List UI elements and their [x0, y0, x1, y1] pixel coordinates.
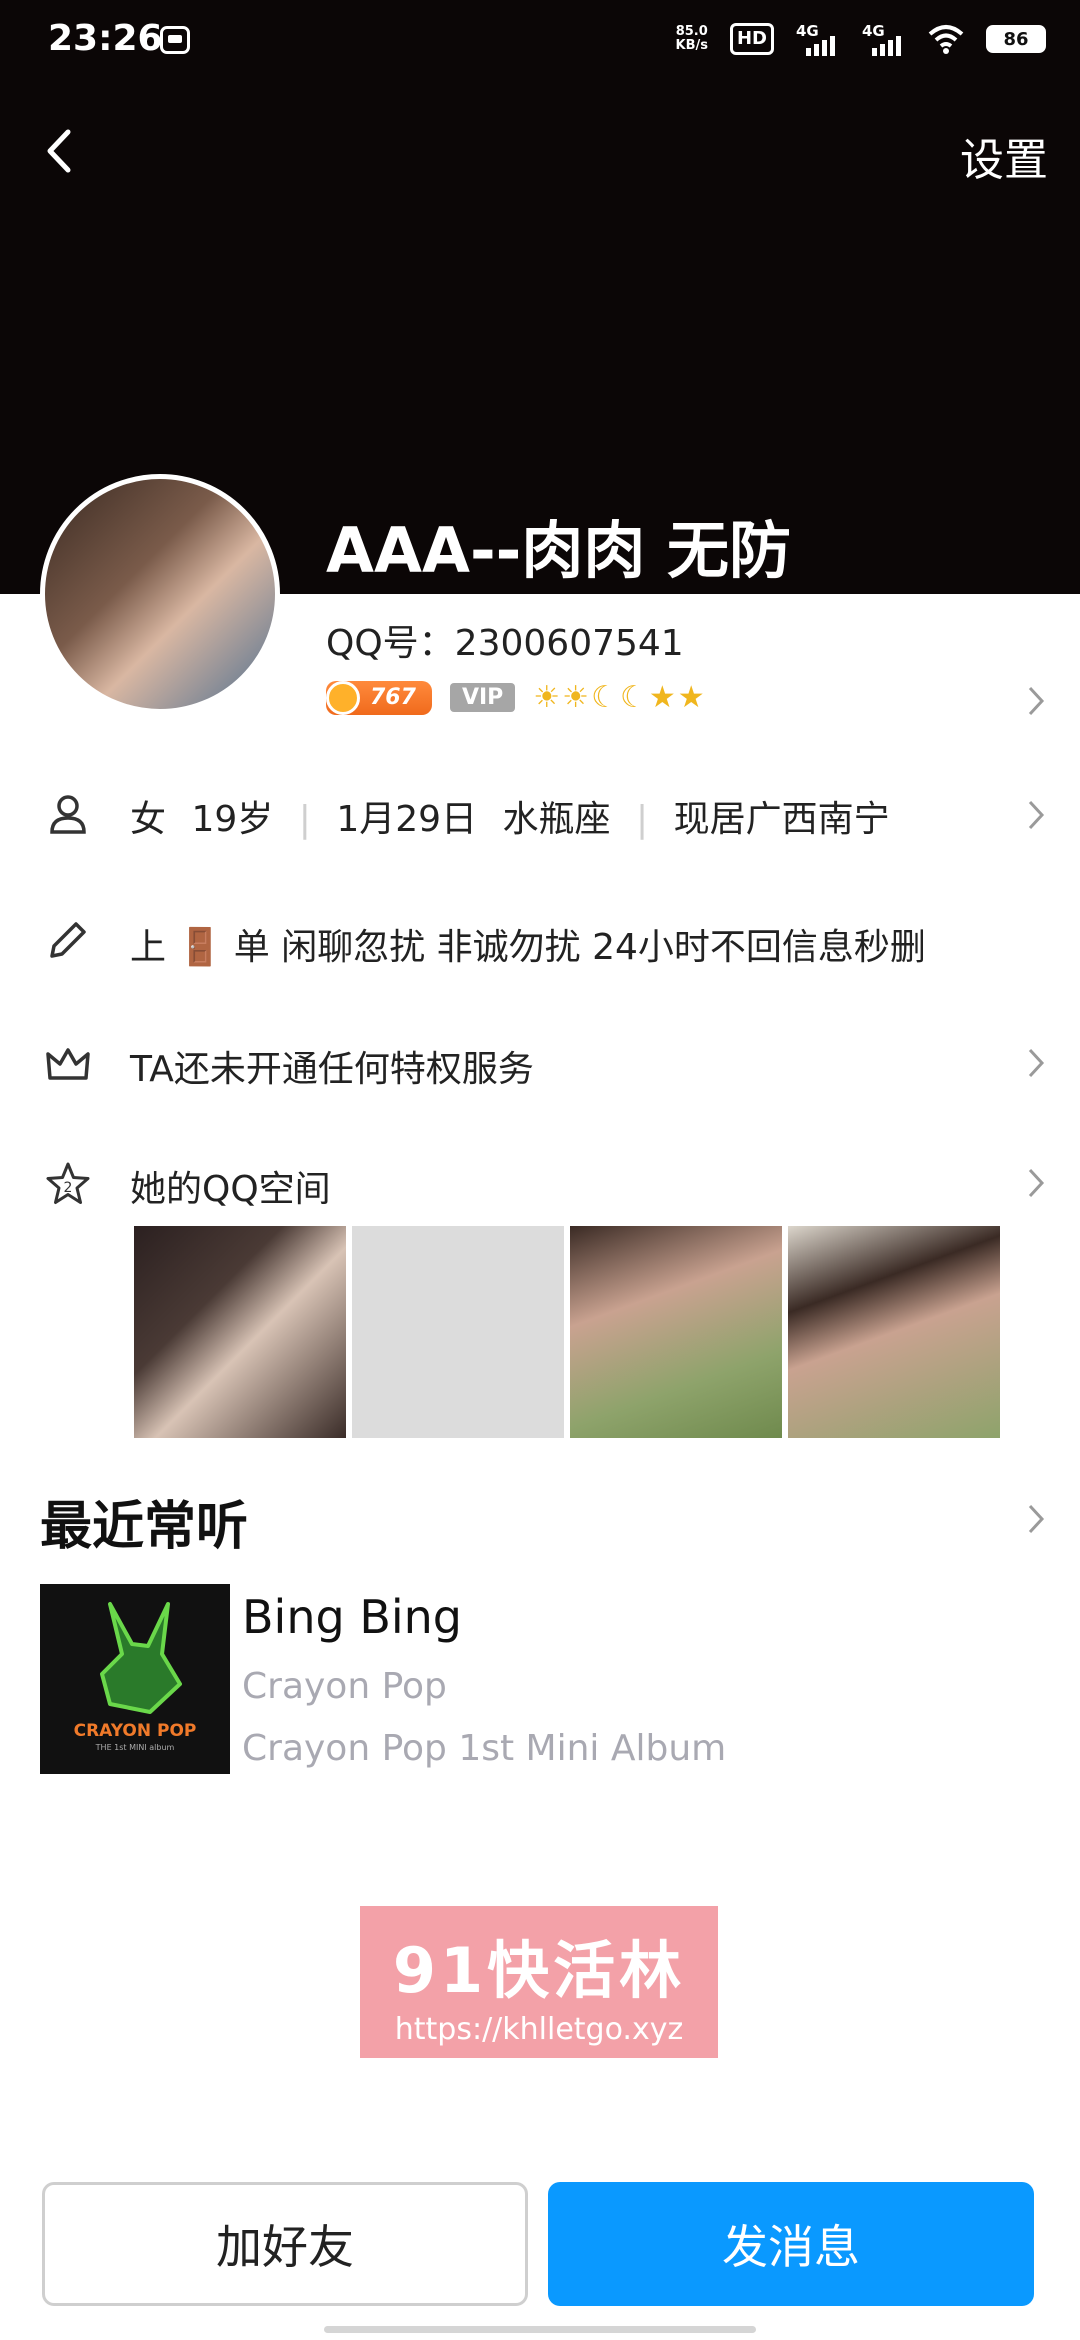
qzone-photo[interactable] — [134, 1226, 346, 1438]
watermark: 91快活林 https://khlletgo.xyz — [360, 1906, 718, 2058]
qzone-photo[interactable] — [570, 1226, 782, 1438]
avatar[interactable] — [40, 474, 280, 714]
chevron-right-icon — [1028, 1168, 1045, 1198]
gender: 女 — [130, 799, 167, 840]
chevron-right-icon — [1028, 800, 1045, 830]
wifi-icon — [928, 25, 964, 54]
album-caption-text: THE 1st MINI album — [95, 1743, 175, 1752]
qzone-photo[interactable] — [352, 1226, 564, 1438]
qzone-row[interactable]: 2 她的QQ空间 — [0, 1156, 1080, 1212]
watermark-url: https://khlletgo.xyz — [394, 2012, 684, 2047]
chevron-right-icon[interactable] — [1026, 684, 1046, 718]
network-speed-unit: KB/s — [675, 38, 708, 53]
profile-nickname: AAA--肉肉 无防 — [326, 514, 792, 587]
bio-text: 上 🚪 单 闲聊忽扰 非诚勿扰 24小时不回信息秒删 — [130, 918, 926, 970]
coin-icon — [326, 680, 360, 715]
pencil-icon — [50, 922, 86, 958]
settings-button[interactable]: 设置 — [960, 124, 1048, 188]
message-notification-icon — [160, 26, 190, 54]
album-cover[interactable]: CRAYON POP THE 1st MINI album — [40, 1584, 230, 1774]
level-number: 767 — [370, 685, 416, 710]
bio-text-before: 上 — [130, 927, 167, 968]
door-emoji: 🚪 — [177, 927, 223, 968]
age: 19岁 — [191, 799, 274, 840]
network-speed: 85.0 KB/s — [676, 25, 708, 53]
chevron-right-icon — [1028, 1048, 1045, 1078]
cellular-signal-icon-2: 4G — [862, 22, 906, 56]
cellular-signal-icon: 4G — [796, 22, 840, 56]
info-text: 女 19岁 | 1月29日 水瓶座 | 现居广西南宁 — [130, 799, 890, 840]
add-friend-button[interactable]: 加好友 — [42, 2182, 528, 2306]
home-indicator[interactable] — [324, 2326, 756, 2333]
qq-number: QQ号：2300607541 — [326, 623, 684, 664]
song-title[interactable]: Bing Bing — [242, 1590, 462, 1644]
bio-text-after: 单 闲聊忽扰 非诚勿扰 24小时不回信息秒删 — [233, 927, 926, 968]
zodiac: 水瓶座 — [502, 799, 611, 840]
privilege-row[interactable]: TA还未开通任何特权服务 — [0, 1036, 1080, 1092]
status-bar: 23:26 85.0 KB/s HD 4G 4G 86 — [0, 0, 1080, 84]
battery-level: 86 — [1003, 28, 1029, 50]
qzone-photo[interactable] — [788, 1226, 1000, 1438]
hd-voice-icon: HD — [729, 23, 774, 55]
bio-row: 上 🚪 单 闲聊忽扰 非诚勿扰 24小时不回信息秒删 — [0, 914, 1080, 974]
qzone-photos — [134, 1226, 1000, 1438]
battery-icon: 86 — [986, 25, 1046, 53]
send-message-button[interactable]: 发消息 — [548, 2182, 1034, 2306]
recent-music-title: 最近常听 — [40, 1497, 249, 1557]
qzone-star-icon: 2 — [46, 1162, 90, 1204]
vip-badge: VIP — [449, 683, 516, 712]
chevron-right-icon[interactable] — [1026, 1502, 1046, 1536]
status-time: 23:26 — [48, 18, 163, 59]
qzone-label: 她的QQ空间 — [130, 1169, 331, 1210]
watermark-title: 91快活林 — [392, 1934, 686, 2007]
level-badge: 767 — [326, 680, 432, 715]
back-arrow-icon[interactable] — [40, 126, 80, 176]
privilege-text: TA还未开通任何特权服务 — [130, 1049, 534, 1090]
person-icon — [50, 795, 86, 834]
song-album: Crayon Pop 1st Mini Album — [242, 1728, 727, 1769]
qzone-star-number: 2 — [64, 1180, 73, 1196]
song-artist: Crayon Pop — [242, 1666, 447, 1707]
network-speed-value: 85.0 — [675, 24, 708, 39]
album-logo-text: CRAYON POP — [74, 1721, 197, 1741]
crown-icon — [46, 1048, 90, 1080]
level-badges[interactable]: 767 VIP ☀☀☾☾★★ — [326, 680, 707, 715]
info-row[interactable]: 女 19岁 | 1月29日 水瓶座 | 现居广西南宁 — [0, 786, 1080, 842]
rabbit-logo-icon: CRAYON POP THE 1st MINI album — [74, 1602, 197, 1752]
birthday: 1月29日 — [336, 799, 478, 840]
location: 现居广西南宁 — [673, 799, 890, 840]
level-icons: ☀☀☾☾★★ — [533, 680, 707, 715]
